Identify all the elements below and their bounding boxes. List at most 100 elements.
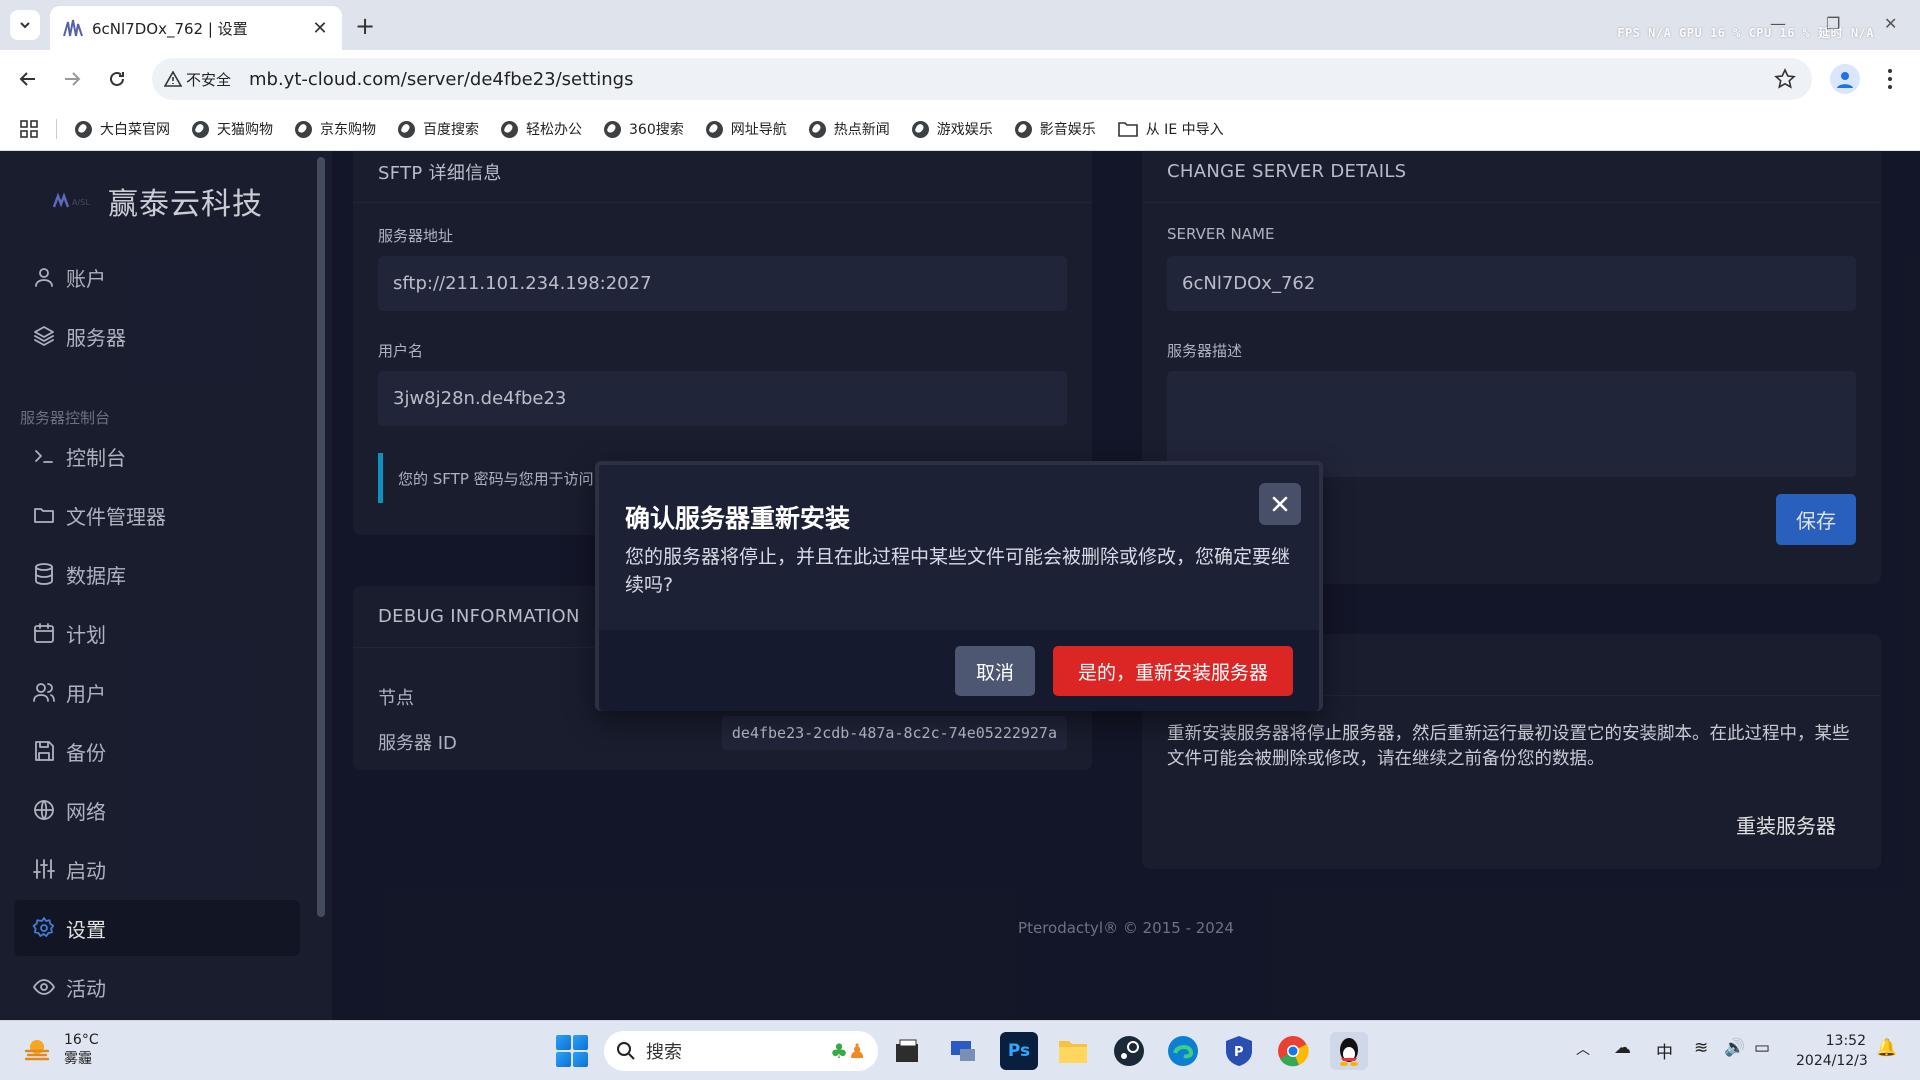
reload-icon — [110, 71, 124, 86]
cloud-icon[interactable]: ☁ — [1614, 1038, 1631, 1058]
window-close-icon[interactable]: ✕ — [1884, 14, 1897, 33]
site-favicon-icon — [63, 19, 83, 37]
dialog-close-button[interactable] — [1259, 483, 1301, 525]
bookmark-label: 360搜索 — [629, 122, 684, 138]
new-tab-button[interactable]: + — [350, 11, 380, 41]
taskbar-app-edge[interactable] — [1164, 1032, 1202, 1070]
bookmark-item[interactable]: 京东购物 — [295, 119, 376, 139]
battery-icon[interactable]: ▭ — [1754, 1038, 1770, 1058]
globe-icon — [604, 120, 621, 138]
system-clock[interactable]: 13:52 2024/12/3 — [1796, 1031, 1868, 1071]
bookmark-item[interactable]: 360搜索 — [604, 119, 684, 139]
shield-icon: P — [1226, 1036, 1252, 1066]
bookmark-item[interactable]: 天猫购物 — [192, 119, 273, 139]
reload-button[interactable] — [101, 63, 133, 95]
folder-icon — [1059, 1041, 1087, 1063]
taskbar-app-remote-desktop[interactable] — [944, 1032, 982, 1070]
bookmark-label: 大白菜官网 — [100, 122, 170, 138]
bookmark-label: 从 IE 中导入 — [1145, 122, 1224, 138]
reinstall-confirm-dialog: 确认服务器重新安装 您的服务器将停止，并且在此过程中某些文件可能会被删除或修改，… — [595, 461, 1323, 711]
minimize-icon[interactable]: — — [1770, 14, 1786, 33]
insecure-indicator[interactable]: 不安全 — [164, 69, 231, 90]
bookmark-item[interactable]: 轻松办公 — [501, 119, 582, 139]
taskbar-app-file-explorer[interactable] — [1054, 1032, 1092, 1070]
window-app-icon — [896, 1039, 918, 1062]
clock-date: 2024/12/3 — [1796, 1053, 1868, 1069]
browser-menu-icon[interactable] — [1880, 64, 1900, 94]
bookmark-label: 百度搜索 — [423, 122, 479, 138]
windows-taskbar: 16°C 雾霾 搜索 ♣♟ Ps P ︿ ☁ 中 ≋ 🔊 ▭ 13:52 202… — [0, 1020, 1920, 1080]
globe-icon — [911, 120, 929, 138]
bookmark-label: 影音娱乐 — [1039, 122, 1096, 138]
notification-bell-icon[interactable]: 🔔 — [1876, 1038, 1897, 1058]
globe-icon — [295, 120, 312, 138]
volume-icon[interactable]: 🔊 — [1724, 1038, 1745, 1058]
arrow-right-icon — [65, 72, 81, 86]
bookmark-item[interactable]: 影音娱乐 — [1014, 119, 1096, 139]
forward-button[interactable] — [56, 63, 88, 95]
weather-widget[interactable]: 16°C 雾霾 — [22, 1031, 99, 1069]
globe-icon — [808, 120, 826, 138]
address-bar[interactable]: 不安全 mb.yt-cloud.com/server/de4fbe23/sett… — [152, 58, 1812, 100]
back-button[interactable] — [12, 63, 44, 95]
dialog-message: 您的服务器将停止，并且在此过程中某些文件可能会被删除或修改，您确定要继续吗? — [625, 546, 1291, 596]
taskbar-app-explorer-window[interactable] — [888, 1032, 926, 1070]
browser-tab-active[interactable]: 6cNl7DOx_762 | 设置 ✕ — [50, 6, 342, 50]
tab-close-icon[interactable]: ✕ — [310, 18, 330, 39]
bookmark-item[interactable]: 游戏娱乐 — [911, 119, 993, 139]
insecure-label: 不安全 — [186, 70, 232, 89]
bookmark-folder[interactable]: 从 IE 中导入 — [1117, 119, 1224, 139]
search-highlight-icon: ♣♟ — [830, 1039, 866, 1063]
steam-icon — [1114, 1036, 1144, 1066]
remote-desktop-icon — [951, 1041, 975, 1061]
bookmark-item[interactable]: 热点新闻 — [808, 119, 890, 139]
globe-icon — [705, 120, 723, 138]
folder-icon — [1117, 122, 1138, 137]
bookmarks-bar: 大白菜官网 天猫购物 京东购物 百度搜索 轻松办公 360搜索 网址导航 热点新… — [0, 108, 1920, 151]
svg-text:P: P — [1234, 1045, 1244, 1060]
panel-page: A/SL 赢泰云科技 账户 服务器 服务器控制台 控制台 文件管理器 数据库 计… — [0, 151, 1920, 1020]
tray-overflow-chevron-icon[interactable]: ︿ — [1576, 1039, 1590, 1059]
restore-icon[interactable]: ❐ — [1826, 14, 1840, 33]
chevron-down-icon — [20, 22, 30, 29]
globe-icon — [192, 120, 209, 138]
ime-indicator[interactable]: 中 — [1656, 1038, 1673, 1063]
chrome-browser-icon — [1278, 1036, 1309, 1067]
taskbar-app-qq[interactable] — [1330, 1032, 1368, 1070]
taskbar-app-steam[interactable] — [1110, 1032, 1148, 1070]
bookmark-item[interactable]: 大白菜官网 — [75, 119, 170, 139]
taskbar-app-photoshop[interactable]: Ps — [1000, 1032, 1038, 1070]
taskbar-search-box[interactable]: 搜索 ♣♟ — [604, 1031, 878, 1071]
profile-avatar-button[interactable] — [1830, 64, 1860, 94]
haze-icon — [24, 1040, 50, 1061]
url-text[interactable]: mb.yt-cloud.com/server/de4fbe23/settings — [249, 69, 633, 90]
browser-tab-strip: 6cNl7DOx_762 | 设置 ✕ + FPS N/A GPU 16 % C… — [0, 0, 1920, 50]
cancel-button[interactable]: 取消 — [955, 646, 1035, 696]
apps-grid-icon[interactable] — [20, 120, 38, 138]
start-button[interactable] — [556, 1035, 588, 1067]
globe-icon — [398, 120, 415, 138]
browser-toolbar: 不安全 mb.yt-cloud.com/server/de4fbe23/sett… — [0, 50, 1920, 108]
bookmark-star-icon[interactable] — [1774, 68, 1796, 90]
taskbar-app-shield[interactable]: P — [1220, 1032, 1258, 1070]
weather-temperature: 16°C — [64, 1032, 99, 1048]
wifi-icon[interactable]: ≋ — [1694, 1038, 1708, 1058]
bookmark-label: 热点新闻 — [833, 122, 890, 138]
globe-icon — [501, 120, 518, 138]
edge-browser-icon — [1168, 1036, 1198, 1066]
arrow-left-icon — [19, 72, 35, 86]
taskbar-app-chrome[interactable] — [1274, 1032, 1312, 1070]
warning-icon — [164, 71, 182, 87]
search-icon — [617, 1042, 635, 1060]
bookmark-label: 轻松办公 — [526, 122, 582, 138]
globe-icon — [1014, 120, 1032, 138]
bookmark-label: 天猫购物 — [217, 122, 273, 138]
tab-search-button[interactable] — [10, 10, 40, 40]
clock-time: 13:52 — [1825, 1033, 1866, 1049]
dialog-title: 确认服务器重新安装 — [625, 504, 851, 533]
close-icon — [1272, 496, 1288, 512]
bookmark-item[interactable]: 百度搜索 — [398, 119, 479, 139]
bookmark-item[interactable]: 网址导航 — [705, 119, 787, 139]
confirm-reinstall-button[interactable]: 是的，重新安装服务器 — [1053, 646, 1293, 696]
bookmark-label: 京东购物 — [320, 122, 376, 138]
